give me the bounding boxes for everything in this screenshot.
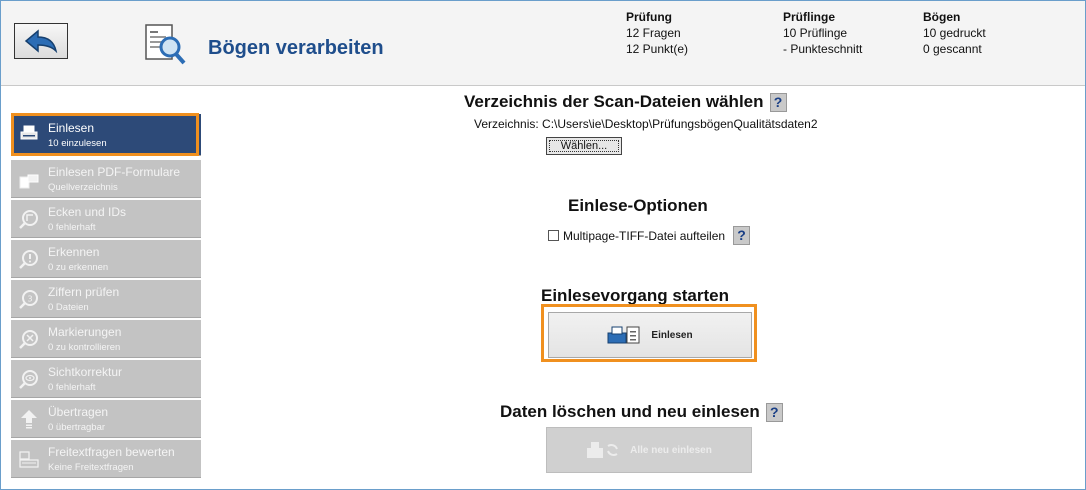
tiff-split-label: Multipage-TIFF-Datei aufteilen xyxy=(563,228,726,243)
stat-line: 10 Prüflinge xyxy=(783,26,848,40)
upload-arrow-icon xyxy=(21,410,37,429)
sidebar-item-sub: 0 fehlerhaft xyxy=(48,222,96,233)
rescan-icon xyxy=(587,442,619,458)
sidebar-item-ziffern-pruefen[interactable]: 3 Ziffern prüfen 0 Dateien xyxy=(11,280,201,318)
sidebar-item-sub: 0 zu kontrollieren xyxy=(48,342,121,353)
stat-pruefung: Prüfung 12 Fragen 12 Punkt(e) xyxy=(626,9,688,57)
scanner-icon xyxy=(20,125,38,140)
sidebar-item-sub: 0 übertragbar xyxy=(48,422,106,433)
sidebar-item-label: Einlesen PDF-Formulare xyxy=(48,165,181,179)
number-magnifier-icon: 3 xyxy=(19,290,38,309)
sidebar-item-sub: 0 Dateien xyxy=(48,302,89,313)
sidebar-item-label: Erkennen xyxy=(48,245,100,259)
sidebar-item-sub: 0 zu erkennen xyxy=(48,262,109,273)
tiff-split-checkbox[interactable] xyxy=(548,230,559,241)
choose-directory-button[interactable]: Wählen... xyxy=(546,137,622,155)
back-button[interactable] xyxy=(14,23,68,59)
app-window: Bögen verarbeiten Prüfung 12 Fragen 12 P… xyxy=(0,0,1086,490)
keyboard-icon xyxy=(19,451,39,468)
exclamation-magnifier-icon xyxy=(19,250,38,269)
sidebar-item-einlesen[interactable]: Einlesen 10 einzulesen xyxy=(11,114,201,156)
stat-prueflinge: Prüflinge 10 Prüflinge - Punkteschnitt xyxy=(783,9,862,57)
help-button[interactable]: ? xyxy=(769,93,787,113)
sidebar-item-label: Ecken und IDs xyxy=(48,205,127,219)
sidebar-item-sub: Quellverzeichnis xyxy=(48,182,118,193)
directory-path: Verzeichnis: C:\Users\ie\Desktop\Prüfung… xyxy=(474,117,818,131)
x-magnifier-icon xyxy=(19,330,38,349)
reset-section-title-text: Daten löschen und neu einlesen xyxy=(500,402,760,421)
sidebar-item-label: Freitextfragen bewerten xyxy=(48,445,175,459)
stat-line: 0 gescannt xyxy=(923,42,982,56)
sidebar-item-sub: 10 einzulesen xyxy=(48,138,107,149)
stat-line: - Punkteschnitt xyxy=(783,42,863,56)
stat-line: 10 gedruckt xyxy=(923,26,986,40)
sidebar-item-markierungen[interactable]: Markierungen 0 zu kontrollieren xyxy=(11,320,201,358)
einlesen-button[interactable]: Einlesen xyxy=(548,312,752,358)
sidebar-item-sichtkorrektur[interactable]: Sichtkorrektur 0 fehlerhaft xyxy=(11,360,201,398)
sidebar-item-label: Ziffern prüfen xyxy=(48,285,120,299)
sidebar-item-einlesen-pdf[interactable]: Einlesen PDF-Formulare Quellverzeichnis xyxy=(11,160,201,198)
stat-heading: Prüfung xyxy=(626,10,672,24)
help-button[interactable]: ? xyxy=(765,403,783,423)
sidebar-item-label: Sichtkorrektur xyxy=(48,365,123,379)
stat-line: 12 Fragen xyxy=(626,26,681,40)
sidebar-nav: Einlesen 10 einzulesen Einlesen PDF-Form… xyxy=(1,86,201,489)
options-section-title: Einlese-Optionen xyxy=(568,196,708,215)
start-section-title: Einlesevorgang starten xyxy=(541,286,730,305)
eye-magnifier-icon xyxy=(19,370,38,389)
stat-boegen: Bögen 10 gedruckt 0 gescannt xyxy=(923,9,986,57)
page-title: Bögen verarbeiten xyxy=(208,37,384,59)
scanner-document-icon xyxy=(607,326,640,344)
pdf-scanner-icon xyxy=(19,174,39,189)
sidebar-item-sub: Keine Freitextfragen xyxy=(48,462,134,473)
alle-neu-einlesen-label: Alle neu einlesen xyxy=(630,444,712,456)
svg-text:3: 3 xyxy=(28,295,33,304)
sidebar-item-freitextfragen[interactable]: Freitextfragen bewerten Keine Freitextfr… xyxy=(11,440,201,478)
main-panel: Verzeichnis der Scan-Dateien wählen? Ver… xyxy=(202,86,1085,489)
sidebar-item-label: Markierungen xyxy=(48,325,122,339)
reset-section-title: Daten löschen und neu einlesen? xyxy=(500,402,783,423)
corner-magnifier-icon xyxy=(19,210,38,229)
dir-section-title-text: Verzeichnis der Scan-Dateien wählen xyxy=(464,92,764,111)
sidebar-item-label: Übertragen xyxy=(48,405,109,419)
sidebar-item-label: Einlesen xyxy=(48,121,95,135)
sidebar-item-sub: 0 fehlerhaft xyxy=(48,382,96,393)
sidebar-item-uebertragen[interactable]: Übertragen 0 übertragbar xyxy=(11,400,201,438)
einlesen-button-label: Einlesen xyxy=(651,329,693,341)
sidebar-item-erkennen[interactable]: Erkennen 0 zu erkennen xyxy=(11,240,201,278)
stat-heading: Prüflinge xyxy=(783,10,836,24)
dir-section-title: Verzeichnis der Scan-Dateien wählen? xyxy=(464,92,787,113)
stat-heading: Bögen xyxy=(923,10,961,24)
help-button[interactable]: ? xyxy=(733,226,751,245)
tiff-option-row: Multipage-TIFF-Datei aufteilen ? xyxy=(548,226,751,245)
alle-neu-einlesen-button[interactable]: Alle neu einlesen xyxy=(546,427,752,473)
document-magnifier-icon xyxy=(142,23,188,67)
stat-line: 12 Punkt(e) xyxy=(626,42,689,56)
sidebar-item-ecken-ids[interactable]: Ecken und IDs 0 fehlerhaft xyxy=(11,200,201,238)
back-arrow-icon xyxy=(24,29,58,53)
header-bar: Bögen verarbeiten Prüfung 12 Fragen 12 P… xyxy=(1,1,1085,86)
